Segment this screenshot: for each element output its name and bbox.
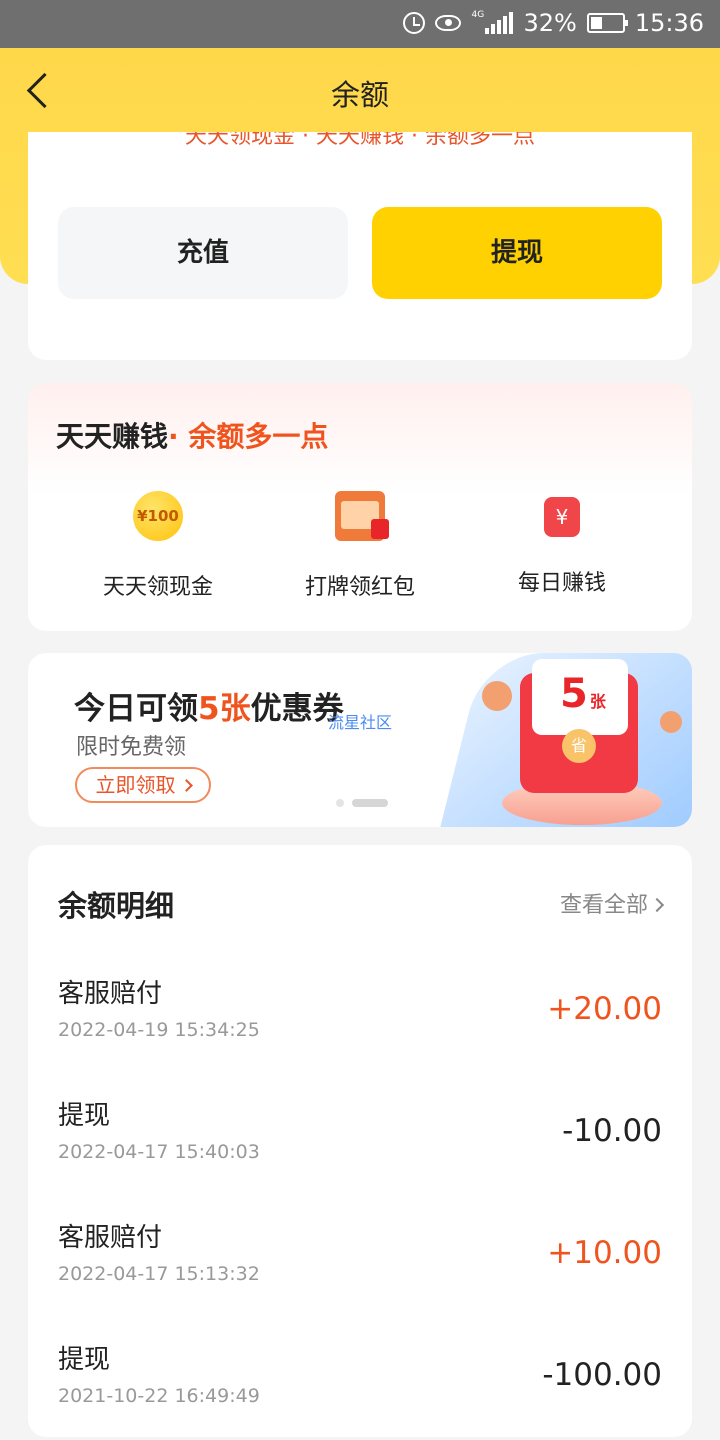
transaction-time: 2021-10-22 16:49:49 [58, 1385, 260, 1407]
chevron-right-icon [179, 779, 193, 792]
transaction-name: 提现 [58, 1345, 111, 1375]
carousel-dot[interactable] [336, 799, 344, 807]
status-time: 15:36 [634, 9, 704, 37]
transaction-amount: +10.00 [547, 1235, 662, 1271]
page-title: 余额 [330, 78, 389, 112]
transaction-row[interactable]: 客服赔付 2022-04-19 15:34:25 +20.00 [58, 973, 662, 1073]
eye-comfort-icon [435, 15, 462, 31]
transaction-row[interactable]: 提现 2021-10-22 16:49:49 -100.00 [58, 1339, 662, 1439]
carousel-dots [336, 799, 388, 807]
earn-item-label: 打牌领红包 [304, 575, 415, 600]
earn-money-card: 天天赚钱· 余额多一点 ¥100 天天领现金 打牌领红包 ¥ 每日赚钱 [28, 383, 692, 631]
earn-item-daily-cash[interactable]: ¥100 天天领现金 [68, 491, 248, 601]
nav-bar: 余额 [0, 48, 720, 132]
balance-slogan: 天天领现金 · 天天赚钱 · 余额多一点 [185, 132, 535, 149]
balance-card: 天天领现金 · 天天赚钱 · 余额多一点 充值 提现 [28, 132, 692, 360]
status-bar: 4G 32% 15:36 [0, 0, 720, 48]
watermark: 流星社区 [328, 713, 393, 732]
coupon-count: 5张 [560, 671, 606, 717]
coin-icon [660, 711, 682, 733]
balance-details-card: 余额明细 查看全部 客服赔付 2022-04-19 15:34:25 +20.0… [28, 845, 692, 1437]
earn-item-daily-earn[interactable]: ¥ 每日赚钱 [472, 491, 652, 597]
signal-icon: 4G [471, 10, 514, 34]
alarm-icon [403, 12, 426, 34]
coupon-banner[interactable]: 5张 省 今日可领5张优惠券 流星社区 限时免费领 立即领取 [28, 653, 692, 827]
withdraw-button[interactable]: 提现 [372, 207, 662, 299]
transaction-row[interactable]: 客服赔付 2022-04-17 15:13:32 +10.00 [58, 1217, 662, 1317]
transaction-amount: -10.00 [562, 1113, 662, 1149]
calendar-money-icon: ¥ [544, 497, 580, 537]
transaction-time: 2022-04-17 15:40:03 [58, 1141, 260, 1163]
transaction-name: 客服赔付 [58, 1223, 163, 1253]
transaction-row[interactable]: 提现 2022-04-17 15:40:03 -10.00 [58, 1095, 662, 1195]
recharge-button[interactable]: 充值 [58, 207, 348, 299]
earn-item-label: 每日赚钱 [517, 571, 606, 596]
earn-item-label: 天天领现金 [102, 575, 213, 600]
carousel-dot-active[interactable] [352, 799, 388, 807]
transaction-amount: -100.00 [542, 1357, 662, 1393]
transaction-time: 2022-04-19 15:34:25 [58, 1019, 260, 1041]
coin-icon [482, 681, 512, 711]
transaction-time: 2022-04-17 15:13:32 [58, 1263, 260, 1285]
claim-now-button[interactable]: 立即领取 [75, 767, 211, 803]
banner-subtitle: 限时免费领 [76, 735, 187, 760]
transaction-name: 客服赔付 [58, 979, 163, 1009]
chevron-right-icon [649, 897, 665, 913]
seal-icon: 省 [562, 729, 596, 763]
transaction-name: 提现 [58, 1101, 111, 1131]
transaction-amount: +20.00 [547, 991, 662, 1027]
battery-icon [586, 13, 628, 33]
view-all-link[interactable]: 查看全部 [560, 887, 665, 919]
details-title: 余额明细 [58, 889, 175, 923]
banner-title: 今日可领5张优惠券 [74, 691, 344, 727]
cards-redpacket-icon [335, 491, 389, 541]
coupon-illustration: 5张 省 [432, 653, 692, 827]
earn-title: 天天赚钱· 余额多一点 [56, 420, 329, 453]
earn-item-card-game[interactable]: 打牌领红包 [270, 491, 450, 601]
coin-100-icon: ¥100 [133, 491, 183, 541]
battery-percent: 32% [523, 9, 577, 37]
